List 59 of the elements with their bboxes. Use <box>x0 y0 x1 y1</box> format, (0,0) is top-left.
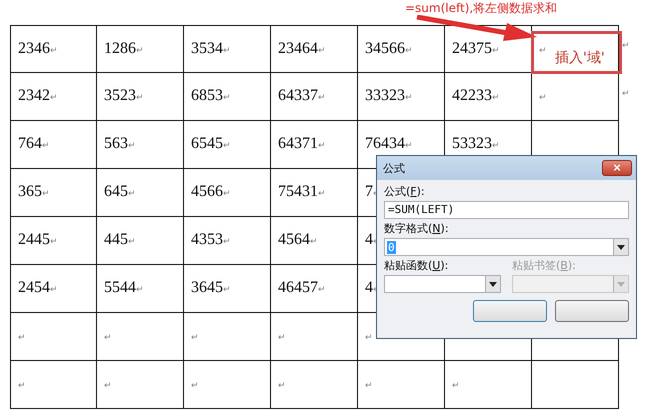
callout-label: 插入'域' <box>555 49 605 67</box>
table-cell: 6853↵ <box>191 87 231 105</box>
table-cell: 24375↵ <box>452 40 500 58</box>
table-cell: ↵ <box>278 381 286 391</box>
table-cell: 3523↵ <box>104 87 144 105</box>
table-cell: 4564↵ <box>278 231 318 249</box>
table-cell: 563↵ <box>104 135 136 153</box>
paste-function-label: 粘贴函数(U): <box>384 258 450 273</box>
arrow-icon <box>416 15 537 41</box>
table-cell: 53323↵ <box>452 135 500 153</box>
table-cell: ↵ <box>365 333 373 343</box>
table-cell: 6545↵ <box>191 135 231 153</box>
table-cell: 3645↵ <box>191 279 231 297</box>
close-button[interactable]: × <box>602 160 632 176</box>
table-cell: 4353↵ <box>191 231 231 249</box>
dialog-title: 公式 <box>383 160 405 176</box>
table-cell: 2342↵ <box>18 87 58 105</box>
table-cell: 2445↵ <box>18 231 58 249</box>
number-format-label: 数字格式(N): <box>384 221 450 236</box>
table-cell: ↵ <box>452 381 460 391</box>
table-cell: 46457↵ <box>278 279 326 297</box>
table-cell: ↵ <box>104 381 112 391</box>
table-cell: 75431↵ <box>278 183 326 201</box>
paste-bookmark-label: 粘贴书签(B): <box>512 258 577 273</box>
table-cell: 764↵ <box>18 135 50 153</box>
table-cell: ↵ <box>365 381 373 391</box>
table-cell: ↵ <box>18 333 26 343</box>
table-cell: 5544↵ <box>104 279 144 297</box>
table-cell: 64337↵ <box>278 87 326 105</box>
table-cell: ↵ <box>191 381 199 391</box>
table-cell: ↵ <box>539 46 547 56</box>
table-cell: 23464↵ <box>278 40 326 58</box>
table-cell: 2346↵ <box>18 40 58 58</box>
table-cell: 4566↵ <box>191 183 231 201</box>
table-cell: ↵ <box>104 333 112 343</box>
row-end-mark: ↵ <box>622 89 630 99</box>
dialog-button[interactable] <box>555 300 629 322</box>
table-cell: ↵ <box>18 381 26 391</box>
table-cell: 645↵ <box>104 183 136 201</box>
number-format-dropdown[interactable]: 0 <box>384 238 629 256</box>
table-cell: ↵ <box>191 333 199 343</box>
annotation-note: =sum(left),将左侧数据求和 <box>405 1 558 15</box>
table-cell: 1286↵ <box>104 40 144 58</box>
table-cell: 3534↵ <box>191 40 231 58</box>
table-cell: 2454↵ <box>18 279 58 297</box>
dialog-button[interactable] <box>473 300 547 322</box>
formula-label: 公式(F): <box>384 184 426 199</box>
table-cell: 34566↵ <box>365 40 413 58</box>
table-cell: ↵ <box>539 93 547 103</box>
table-cell: 365↵ <box>18 183 50 201</box>
formula-field[interactable]: =SUM(LEFT) <box>384 201 629 219</box>
table-cell: 76434↵ <box>365 135 413 153</box>
table-cell: 64371↵ <box>278 135 326 153</box>
table-cell: ↵ <box>278 333 286 343</box>
paste-function-dropdown[interactable] <box>384 275 501 293</box>
table-cell: 42233↵ <box>452 87 500 105</box>
row-end-mark: ↵ <box>622 41 630 51</box>
table-cell: 445↵ <box>104 231 136 249</box>
table-cell: 33323↵ <box>365 87 413 105</box>
